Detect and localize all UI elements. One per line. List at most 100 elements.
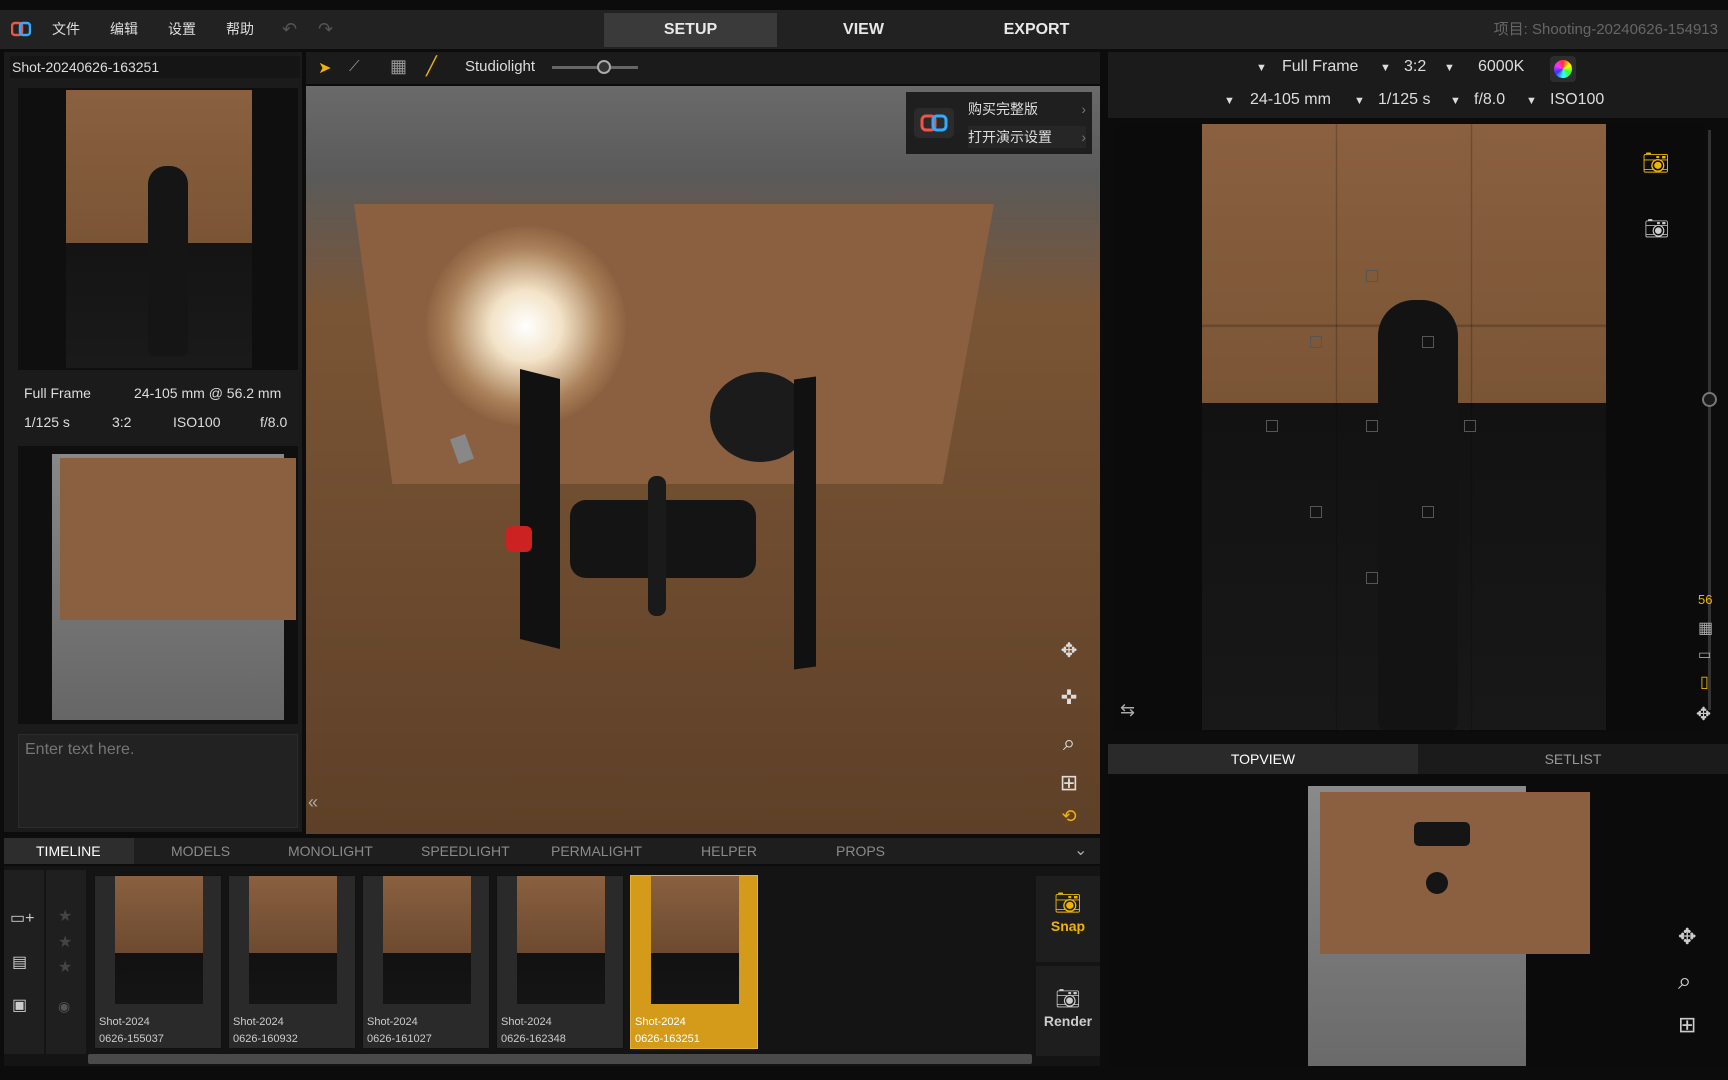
tab-export[interactable]: EXPORT	[950, 13, 1123, 47]
color-wheel-icon[interactable]	[1550, 56, 1576, 82]
tab-topview[interactable]: TOPVIEW	[1108, 744, 1418, 774]
timeline-scrollbar[interactable]	[88, 1054, 1032, 1064]
star-icon[interactable]: ★	[58, 957, 72, 977]
notes-input[interactable]	[18, 734, 298, 828]
model-figure-3d[interactable]	[648, 476, 666, 616]
camera-orbit-icon[interactable]: ✥	[1696, 704, 1711, 725]
visibility-icon[interactable]: ◉	[58, 998, 70, 1015]
topview-zoom-icon[interactable]: ⌕	[1678, 968, 1691, 996]
tab-view[interactable]: VIEW	[777, 13, 950, 47]
menu-edit[interactable]: 编辑	[110, 10, 138, 49]
shutter-dropdown-icon[interactable]: ▼	[1354, 95, 1365, 107]
undo-icon[interactable]: ↶	[282, 19, 297, 40]
snap-button[interactable]: 📷︎ Snap	[1036, 876, 1100, 962]
export-shot-icon[interactable]: ▣	[12, 995, 27, 1015]
menu-help[interactable]: 帮助	[226, 10, 254, 49]
ruler-tool-icon[interactable]: ⟋	[349, 58, 360, 75]
shot-caption-line2: 0626-161027	[367, 1033, 432, 1045]
promo-buy[interactable]: 购买完整版 ›	[968, 98, 1086, 120]
grid-icon[interactable]: ▦	[390, 56, 407, 77]
octabox-top[interactable]	[1426, 872, 1448, 894]
import-shot-icon[interactable]: ▤	[12, 952, 27, 972]
star-icon[interactable]: ★	[58, 906, 72, 926]
select-tool-icon[interactable]: ➤	[318, 58, 331, 78]
studiolight-slider[interactable]	[552, 60, 638, 74]
focus-point[interactable]	[1366, 270, 1378, 282]
aperture-value[interactable]: f/8.0	[1474, 91, 1505, 109]
pan-icon[interactable]: ✜	[1054, 682, 1084, 712]
camera-snap-icon: 📷︎	[1054, 890, 1082, 915]
focus-point[interactable]	[1310, 506, 1322, 518]
orbit-icon[interactable]: ✥	[1054, 638, 1084, 662]
timeline-shot-5[interactable]: Shot-2024 0626-163251	[630, 875, 758, 1049]
kelvin-value[interactable]: 6000K	[1478, 58, 1524, 76]
timeline-shot-4[interactable]: Shot-2024 0626-162348	[496, 875, 624, 1049]
add-shot-icon[interactable]: ▭+	[10, 908, 34, 928]
tab-helper[interactable]: HELPER	[701, 840, 757, 862]
softbox[interactable]	[520, 369, 560, 649]
star-icon[interactable]: ★	[58, 932, 72, 952]
left-topview	[18, 446, 298, 724]
render-button[interactable]: 📷︎ Render	[1036, 966, 1100, 1056]
camera-view[interactable]: ⇆	[1114, 122, 1704, 732]
menu-settings[interactable]: 设置	[168, 10, 196, 49]
timeline-shot-1[interactable]: Shot-2024 0626-155037	[94, 875, 222, 1049]
orientation-icon[interactable]: ▯	[1700, 672, 1709, 692]
tab-setup[interactable]: SETUP	[604, 13, 777, 47]
focus-point[interactable]	[1464, 420, 1476, 432]
shot-caption-line2: 0626-160932	[233, 1033, 298, 1045]
swap-view-icon[interactable]: ⇆	[1120, 700, 1135, 721]
tab-models[interactable]: MODELS	[171, 840, 230, 862]
timeline-shot-3[interactable]: Shot-2024 0626-161027	[362, 875, 490, 1049]
promo-demo[interactable]: 打开演示设置 ›	[968, 126, 1086, 148]
topview-pan-icon[interactable]: ✥	[1678, 924, 1696, 950]
frame-icon[interactable]: ⊞	[1054, 768, 1084, 798]
tab-props[interactable]: PROPS	[836, 840, 885, 862]
slider-knob[interactable]	[596, 60, 611, 74]
tab-setlist[interactable]: SETLIST	[1418, 744, 1728, 774]
focus-point[interactable]	[1266, 420, 1278, 432]
focus-point[interactable]	[1422, 506, 1434, 518]
focal-slider-knob[interactable]	[1702, 392, 1717, 407]
topview-frame-icon[interactable]: ⊞	[1678, 1012, 1696, 1038]
timeline-shot-2[interactable]: Shot-2024 0626-160932	[228, 875, 356, 1049]
focus-point[interactable]	[1310, 336, 1322, 348]
focus-point[interactable]	[1366, 572, 1378, 584]
line-tool-icon[interactable]: ╱	[426, 56, 437, 77]
tab-monolight[interactable]: MONOLIGHT	[288, 840, 373, 862]
ratio-value[interactable]: 3:2	[1404, 58, 1426, 76]
aperture-dropdown-icon[interactable]: ▼	[1450, 95, 1461, 107]
lens-dropdown-icon[interactable]: ▼	[1224, 95, 1235, 107]
snap-label: Snap	[1050, 918, 1086, 934]
camera-side-icon[interactable]: 📷︎	[1644, 216, 1669, 241]
app-logo-icon[interactable]	[10, 18, 32, 40]
tab-permalight[interactable]: PERMALIGHT	[551, 840, 642, 862]
shutter-value[interactable]: 1/125 s	[1378, 91, 1430, 109]
focal-readout: 56	[1698, 592, 1713, 607]
ruler-overlay-icon[interactable]: ▭	[1698, 646, 1711, 663]
lens-value[interactable]: 24-105 mm	[1250, 91, 1331, 109]
collapse-left-icon[interactable]: «	[308, 792, 318, 813]
format-dropdown-icon[interactable]: ▼	[1256, 62, 1267, 74]
iso-value[interactable]: ISO100	[1550, 91, 1604, 109]
expand-panel-icon[interactable]: ⌄	[1074, 840, 1087, 860]
ratio-dropdown-icon[interactable]: ▼	[1380, 62, 1391, 74]
sofa-top[interactable]	[1414, 822, 1470, 846]
format-value[interactable]: Full Frame	[1282, 58, 1358, 76]
zoom-icon[interactable]: ⌕	[1054, 728, 1084, 758]
focus-point[interactable]	[1366, 420, 1378, 432]
iso-dropdown-icon[interactable]: ▼	[1526, 95, 1537, 107]
red-light[interactable]	[506, 526, 532, 552]
studio-viewport[interactable]	[306, 86, 1100, 834]
shot-name: Shot-20240626-163251	[10, 56, 300, 78]
menu-file[interactable]: 文件	[52, 10, 80, 49]
reset-view-icon[interactable]: ⟲	[1056, 806, 1082, 826]
grid-overlay-icon[interactable]: ▦	[1698, 618, 1713, 638]
focus-point[interactable]	[1422, 336, 1434, 348]
kelvin-dropdown-icon[interactable]: ▼	[1444, 62, 1455, 74]
topview-panel[interactable]	[1108, 776, 1728, 1066]
redo-icon[interactable]: ↷	[318, 19, 333, 40]
tab-timeline[interactable]: TIMELINE	[36, 840, 101, 862]
tab-speedlight[interactable]: SPEEDLIGHT	[421, 840, 510, 862]
camera-snap-side-icon[interactable]: 📷︎	[1642, 150, 1670, 176]
